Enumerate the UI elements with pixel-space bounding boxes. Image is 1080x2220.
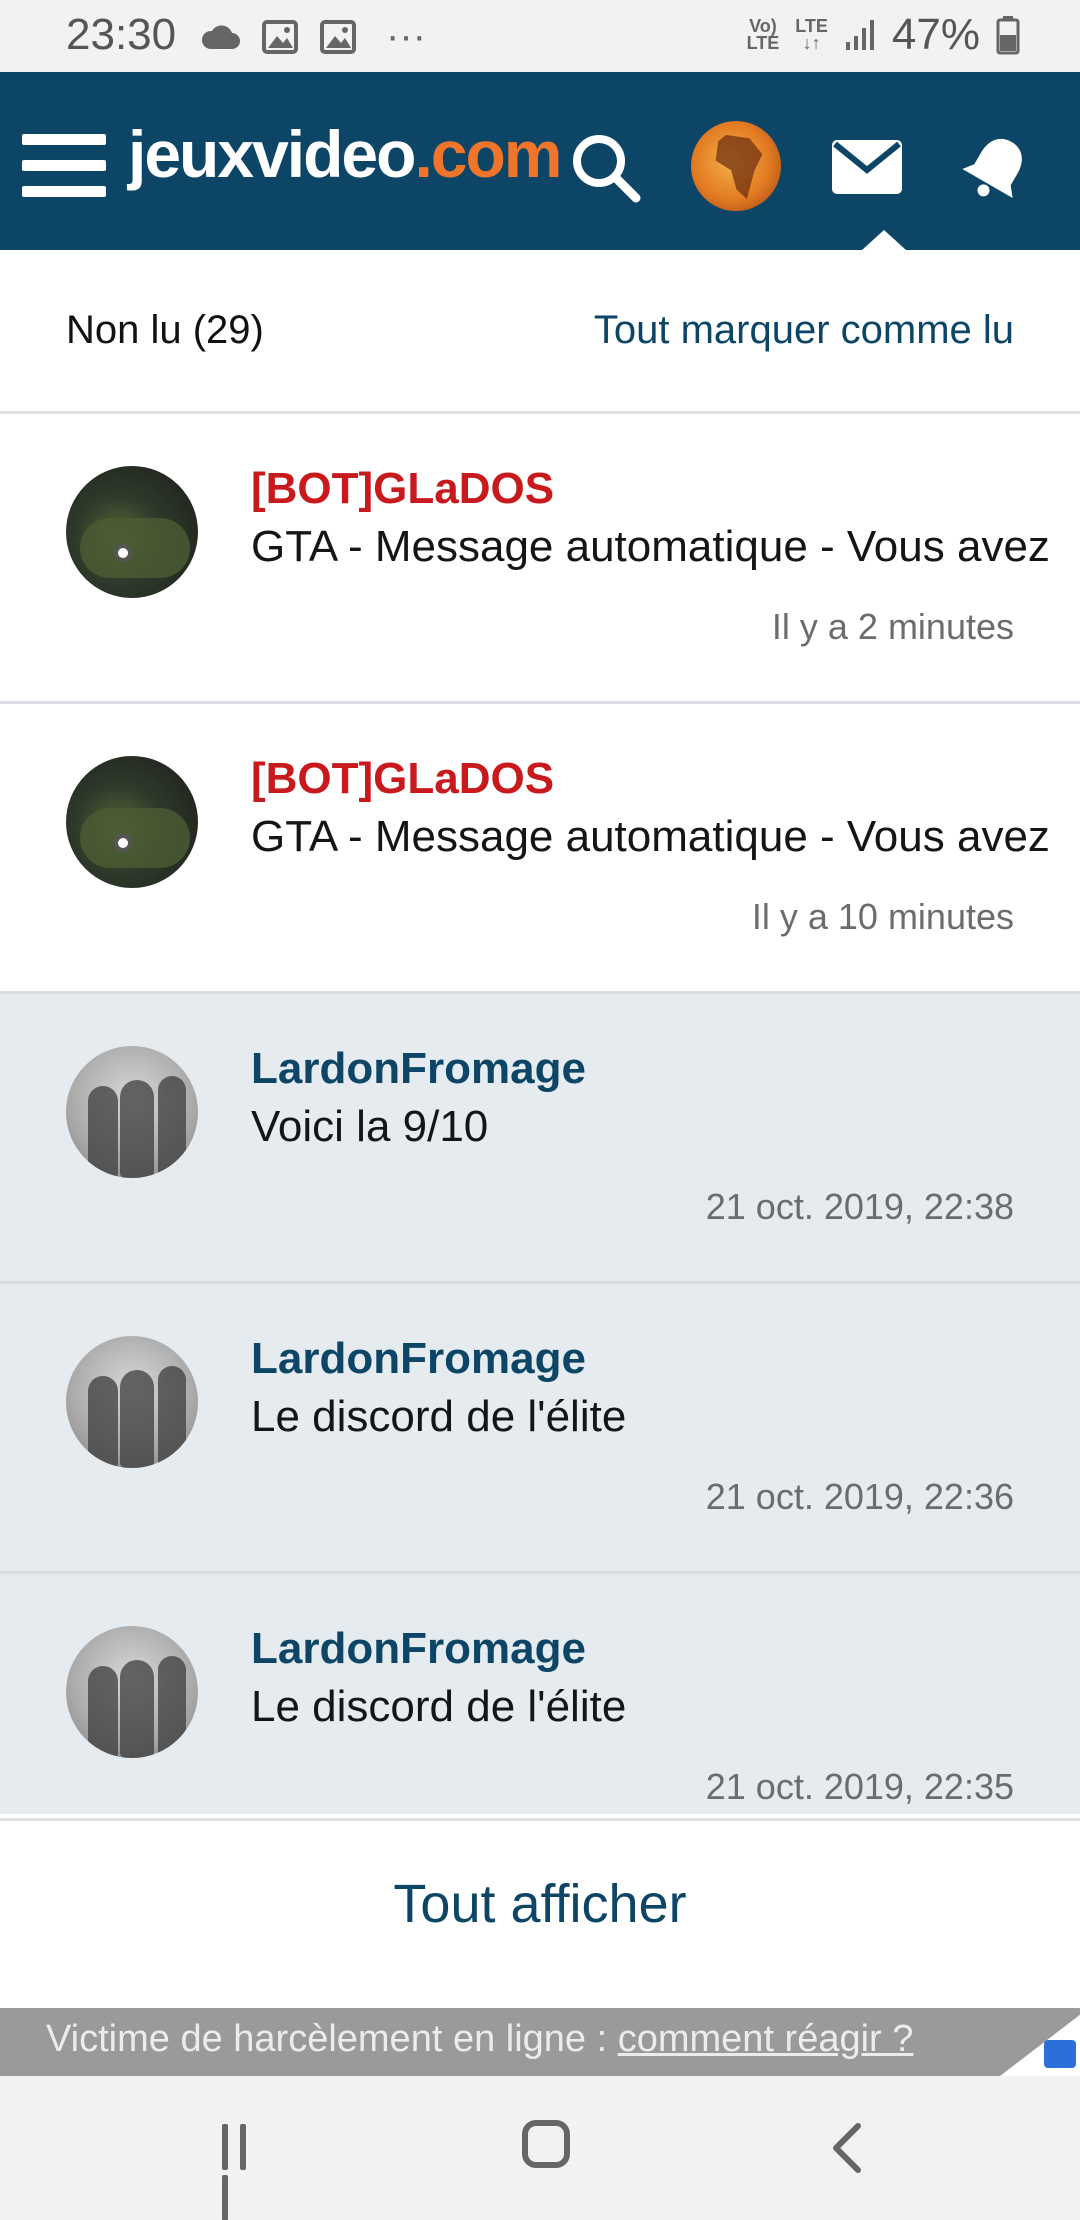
- message-author[interactable]: LardonFromage: [251, 1044, 586, 1094]
- avatar: [66, 466, 198, 598]
- message-subject: Le discord de l'élite: [251, 1392, 627, 1441]
- message-date: Il y a 2 minutes: [771, 606, 1014, 647]
- show-all-link[interactable]: Tout afficher: [0, 1873, 1080, 1935]
- back-icon[interactable]: [826, 2122, 870, 2174]
- battery-percent: 47%: [891, 10, 980, 59]
- message-date: 21 oct. 2019, 22:38: [705, 1186, 1014, 1227]
- signal-icon: [845, 20, 874, 50]
- recent-apps-icon[interactable]: [222, 2124, 268, 2220]
- menu-icon[interactable]: [22, 134, 106, 200]
- user-avatar[interactable]: [688, 118, 784, 214]
- message-item[interactable]: LardonFromage Le discord de l'élite 21 o…: [0, 1574, 1080, 1814]
- message-item[interactable]: LardonFromage Voici la 9/10 21 oct. 2019…: [0, 994, 1080, 1284]
- more-notifications-icon: ···: [386, 14, 426, 58]
- image-icon: [320, 19, 356, 54]
- message-item[interactable]: [BOT]GLaDOS GTA - Message automatique - …: [0, 704, 1080, 994]
- avatar: [66, 1626, 198, 1758]
- message-item[interactable]: [BOT]GLaDOS GTA - Message automatique - …: [0, 414, 1080, 704]
- status-time: 23:30: [66, 10, 177, 59]
- image-icon: [262, 19, 298, 54]
- lte-icon: LTE ↓↑: [795, 16, 828, 53]
- message-subject: GTA - Message automatique - Vous avez: [251, 812, 1050, 861]
- bell-icon[interactable]: [962, 132, 1032, 202]
- avatar: [66, 1336, 198, 1468]
- home-icon[interactable]: [522, 2120, 570, 2168]
- search-icon[interactable]: [568, 130, 644, 206]
- notification-icons: ···: [200, 14, 426, 59]
- message-author[interactable]: [BOT]GLaDOS: [251, 754, 554, 804]
- message-subject: Voici la 9/10: [251, 1102, 489, 1151]
- mark-all-read-link[interactable]: Tout marquer comme lu: [594, 308, 1014, 353]
- banner-link[interactable]: comment réagir ?: [618, 2018, 914, 2060]
- avatar: [66, 756, 198, 888]
- lock-badge-icon: [1044, 2040, 1076, 2068]
- inbox-toolbar: Non lu (29) Tout marquer comme lu: [0, 250, 1080, 414]
- battery-icon: [996, 16, 1020, 55]
- volte-icon: Vo) LTE: [746, 16, 780, 53]
- avatar: [66, 1046, 198, 1178]
- cloud-icon: [201, 24, 240, 49]
- message-date: 21 oct. 2019, 22:36: [705, 1476, 1014, 1517]
- system-nav-bar: [0, 2076, 1080, 2220]
- harassment-banner: Victime de harcèlement en ligne : commen…: [0, 2008, 1080, 2076]
- message-date: Il y a 10 minutes: [751, 896, 1014, 937]
- system-icons: Vo) LTE LTE ↓↑ 47%: [747, 10, 1020, 60]
- status-bar: 23:30 ··· Vo) LTE LTE ↓↑ 47%: [0, 0, 1080, 72]
- message-author[interactable]: [BOT]GLaDOS: [251, 464, 554, 514]
- message-subject: Le discord de l'élite: [251, 1682, 627, 1731]
- site-logo[interactable]: jeuxvideo.com: [128, 116, 563, 192]
- message-author[interactable]: LardonFromage: [251, 1624, 586, 1674]
- mail-icon[interactable]: [832, 140, 902, 194]
- show-all-footer: Tout afficher: [0, 1818, 1080, 2008]
- banner-text: Victime de harcèlement en ligne : commen…: [46, 2018, 914, 2060]
- mail-active-indicator: [862, 230, 906, 250]
- message-author[interactable]: LardonFromage: [251, 1334, 586, 1384]
- message-date: 21 oct. 2019, 22:35: [705, 1766, 1014, 1807]
- site-header: jeuxvideo.com: [0, 72, 1080, 250]
- message-item[interactable]: LardonFromage Le discord de l'élite 21 o…: [0, 1284, 1080, 1574]
- message-subject: GTA - Message automatique - Vous avez: [251, 522, 1050, 571]
- unread-count: Non lu (29): [66, 308, 264, 352]
